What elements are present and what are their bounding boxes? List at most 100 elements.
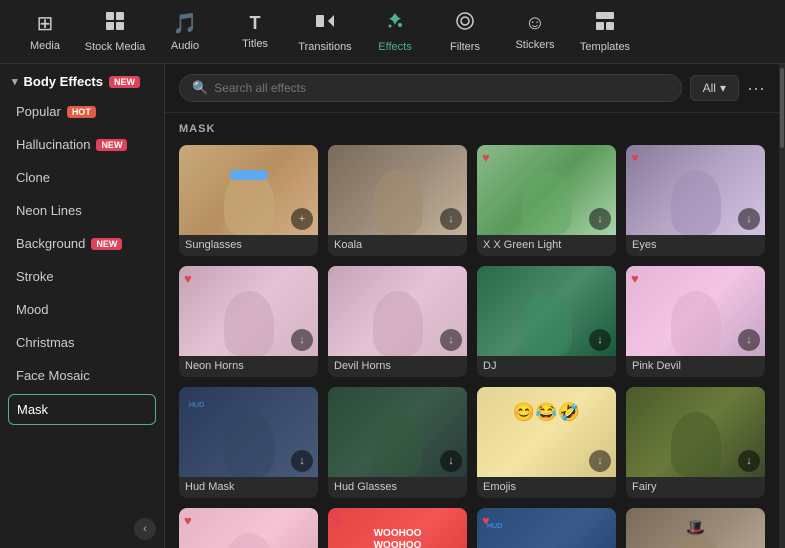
- nav-effects-label: Effects: [378, 41, 411, 53]
- effect-card-hud-mask-blue[interactable]: ♥ HUD ↓ Hud Mask Blue: [477, 508, 616, 548]
- nav-templates-label: Templates: [580, 41, 630, 53]
- neon-horns-download-icon[interactable]: ↓: [291, 329, 313, 351]
- filter-button[interactable]: All ▾: [690, 75, 739, 101]
- background-badge: NEW: [91, 238, 122, 250]
- effect-name-fairy: Fairy: [626, 477, 765, 498]
- effect-thumb-neon-horns: ♥ ↓: [179, 266, 318, 356]
- sidebar-face-mosaic-label: Face Mosaic: [16, 368, 90, 383]
- body-effects-chevron[interactable]: ▾: [12, 75, 18, 88]
- sidebar-item-clone[interactable]: Clone: [0, 161, 164, 194]
- effect-name-pink-devil: Pink Devil: [626, 356, 765, 377]
- search-input[interactable]: [214, 81, 668, 95]
- sidebar-header: ▾ Body Effects NEW: [0, 64, 164, 95]
- nav-templates[interactable]: Templates: [570, 3, 640, 61]
- effect-thumb-hud-mask: HUD ↓: [179, 387, 318, 477]
- transitions-icon: [315, 11, 335, 37]
- sidebar-mood-label: Mood: [16, 302, 49, 317]
- fairy-download-icon[interactable]: ↓: [738, 450, 760, 472]
- effect-card-sunglasses[interactable]: + Sunglasses: [179, 145, 318, 256]
- effect-card-eyes[interactable]: ♥ ↓ Eyes: [626, 145, 765, 256]
- effect-name-neon-horns: Neon Horns: [179, 356, 318, 377]
- pink-devil-heart-icon: ♥: [631, 271, 639, 286]
- effect-thumb-sunglasses: +: [179, 145, 318, 235]
- effect-card-gentleman[interactable]: 🎩 ↓ Gentleman: [626, 508, 765, 548]
- neon-bunny-heart-icon: ♥: [184, 513, 192, 528]
- effect-thumb-emojis: 😊😂🤣 ↓: [477, 387, 616, 477]
- stickers-icon: ☺: [525, 12, 545, 35]
- effects-icon: [385, 11, 405, 37]
- sidebar-item-popular[interactable]: Popular HOT: [0, 95, 164, 128]
- content-area: 🔍 All ▾ ··· MASK + Sunglasses: [165, 64, 779, 548]
- sidebar-neon-lines-label: Neon Lines: [16, 203, 82, 218]
- nav-audio[interactable]: 🎵 Audio: [150, 3, 220, 61]
- sidebar-item-face-mosaic[interactable]: Face Mosaic: [0, 359, 164, 392]
- sidebar-item-mask[interactable]: Mask: [8, 394, 156, 425]
- nav-media[interactable]: ⊞ Media: [10, 3, 80, 61]
- nav-titles-label: Titles: [242, 38, 268, 50]
- nav-stock-media[interactable]: Stock Media: [80, 3, 150, 61]
- xx-green-download-icon[interactable]: ↓: [589, 208, 611, 230]
- sidebar-item-mood[interactable]: Mood: [0, 293, 164, 326]
- emojis-download-icon[interactable]: ↓: [589, 450, 611, 472]
- content-header: 🔍 All ▾ ···: [165, 64, 779, 113]
- more-options-button[interactable]: ···: [747, 78, 765, 99]
- sidebar-item-neon-lines[interactable]: Neon Lines: [0, 194, 164, 227]
- sidebar-item-hallucination[interactable]: Hallucination NEW: [0, 128, 164, 161]
- nav-stickers-label: Stickers: [515, 39, 554, 51]
- effect-name-koala: Koala: [328, 235, 467, 256]
- templates-icon: [595, 11, 615, 37]
- effect-card-xx-green-light[interactable]: ♥ ↓ X X Green Light: [477, 145, 616, 256]
- sidebar-item-christmas[interactable]: Christmas: [0, 326, 164, 359]
- nav-transitions[interactable]: Transitions: [290, 3, 360, 61]
- dj-download-icon[interactable]: ↓: [589, 329, 611, 351]
- effect-name-hud-glasses: Hud Glasses: [328, 477, 467, 498]
- effect-thumb-pink-devil: ♥ ↓: [626, 266, 765, 356]
- nav-filters-label: Filters: [450, 41, 480, 53]
- effect-card-fairy[interactable]: ↓ Fairy: [626, 387, 765, 498]
- koala-download-icon[interactable]: ↓: [440, 208, 462, 230]
- sunglasses-add-icon[interactable]: +: [291, 208, 313, 230]
- nav-transitions-label: Transitions: [298, 41, 351, 53]
- eyes-heart-icon: ♥: [631, 150, 639, 165]
- filter-label: All: [703, 81, 716, 95]
- hallucination-badge: NEW: [96, 139, 127, 151]
- effect-name-eyes: Eyes: [626, 235, 765, 256]
- effect-card-emojis[interactable]: 😊😂🤣 ↓ Emojis: [477, 387, 616, 498]
- effect-card-dj[interactable]: ↓ DJ: [477, 266, 616, 377]
- sidebar-title: Body Effects: [24, 74, 103, 89]
- sidebar-clone-label: Clone: [16, 170, 50, 185]
- search-box[interactable]: 🔍: [179, 74, 682, 102]
- effect-card-hud-mask[interactable]: HUD ↓ Hud Mask: [179, 387, 318, 498]
- sidebar-mask-label: Mask: [17, 402, 48, 417]
- nav-titles[interactable]: T Titles: [220, 3, 290, 61]
- effect-thumb-neon-bunny: ♥ ↓: [179, 508, 318, 548]
- hud-glasses-download-icon[interactable]: ↓: [440, 450, 462, 472]
- effect-card-koala[interactable]: ↓ Koala: [328, 145, 467, 256]
- effect-card-hud-glasses[interactable]: ↓ Hud Glasses: [328, 387, 467, 498]
- effect-thumb-fairy: ↓: [626, 387, 765, 477]
- sidebar-item-background[interactable]: Background NEW: [0, 227, 164, 260]
- effect-name-devil-horns: Devil Horns: [328, 356, 467, 377]
- pink-devil-download-icon[interactable]: ↓: [738, 329, 760, 351]
- effect-card-woohoo[interactable]: ♥ WOOHOOWOOHOOWOOHOO ↓ WooHoo: [328, 508, 467, 548]
- effect-card-neon-bunny[interactable]: ♥ ↓ Neon Bunny: [179, 508, 318, 548]
- filters-icon: [455, 11, 475, 37]
- xx-green-heart-icon: ♥: [482, 150, 490, 165]
- nav-stickers[interactable]: ☺ Stickers: [500, 3, 570, 61]
- effects-grid: + Sunglasses ↓ Koala ♥ ↓: [179, 145, 765, 548]
- media-icon: ⊞: [37, 11, 54, 36]
- scrollbar[interactable]: [779, 64, 785, 548]
- sidebar-item-stroke[interactable]: Stroke: [0, 260, 164, 293]
- hud-mask-download-icon[interactable]: ↓: [291, 450, 313, 472]
- eyes-download-icon[interactable]: ↓: [738, 208, 760, 230]
- section-label: MASK: [179, 123, 765, 135]
- sidebar-collapse-button[interactable]: ‹: [134, 518, 156, 540]
- sidebar: ▾ Body Effects NEW Popular HOT Hallucina…: [0, 64, 165, 548]
- effect-card-neon-horns[interactable]: ♥ ↓ Neon Horns: [179, 266, 318, 377]
- effect-card-pink-devil[interactable]: ♥ ↓ Pink Devil: [626, 266, 765, 377]
- devil-horns-download-icon[interactable]: ↓: [440, 329, 462, 351]
- effect-card-devil-horns[interactable]: ↓ Devil Horns: [328, 266, 467, 377]
- nav-effects[interactable]: Effects: [360, 3, 430, 61]
- nav-filters[interactable]: Filters: [430, 3, 500, 61]
- effect-name-hud-mask: Hud Mask: [179, 477, 318, 498]
